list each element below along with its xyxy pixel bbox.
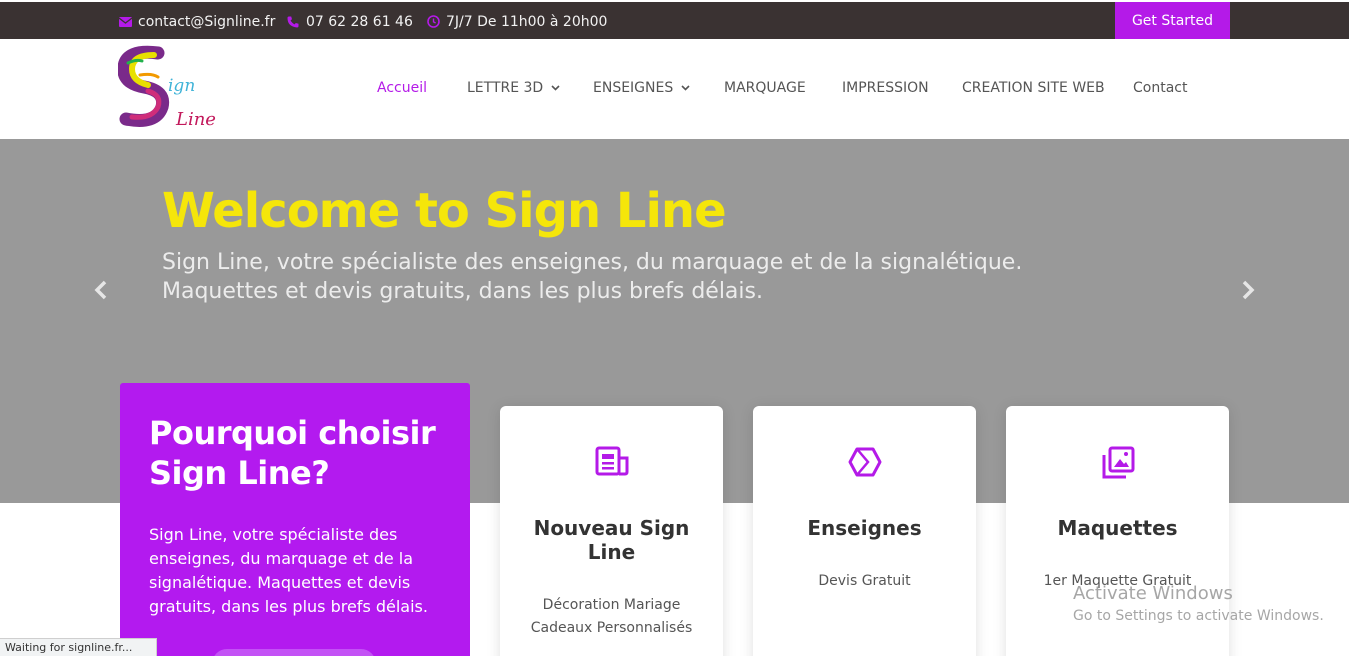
nav-item-enseignes[interactable]: ENSEIGNES <box>593 80 690 96</box>
images-icon <box>1006 446 1229 480</box>
browser-status-bar: Waiting for signline.fr... <box>0 638 157 656</box>
slider-next-arrow[interactable] <box>1239 278 1257 307</box>
hours-text: 7J/7 De 11h00 à 20h00 <box>446 13 608 30</box>
why-text: Sign Line, votre spécialiste des enseign… <box>149 525 428 616</box>
why-read-more-button[interactable] <box>212 649 376 656</box>
feature-card-enseignes[interactable]: Enseignes Devis Gratuit <box>753 406 976 656</box>
hero-subtitle-line: Sign Line, votre spécialiste des enseign… <box>162 250 1023 275</box>
feature-desc: Décoration Mariage <box>542 597 681 613</box>
nav-label: LETTRE 3D <box>467 80 544 96</box>
nav-item-contact[interactable]: Contact <box>1133 80 1187 96</box>
top-bar: contact@Signline.fr 07 62 28 61 46 7J/7 … <box>0 0 1349 39</box>
feature-card-nouveau[interactable]: Nouveau Sign Line Décoration Mariage Cad… <box>500 406 723 656</box>
feature-title: Nouveau Sign Line <box>533 516 690 564</box>
chevron-right-icon <box>1242 280 1255 300</box>
main-nav: Accueil LETTRE 3D ENSEIGNES MARQUAGE IMP… <box>0 39 1349 139</box>
feature-title: Enseignes <box>807 516 922 540</box>
cube-icon <box>753 446 976 478</box>
nav-item-impression[interactable]: IMPRESSION <box>842 80 929 96</box>
feature-card-maquettes[interactable]: Maquettes 1er Maquette Gratuit <box>1006 406 1229 656</box>
phone-text: 07 62 28 61 46 <box>306 13 413 30</box>
slider-prev-arrow[interactable] <box>92 278 110 307</box>
nav-label: ENSEIGNES <box>593 80 674 96</box>
email-contact[interactable]: contact@Signline.fr <box>119 2 275 41</box>
hero-title: Welcome to Sign Line <box>162 183 727 239</box>
get-started-button[interactable]: Get Started <box>1115 2 1230 39</box>
email-text: contact@Signline.fr <box>138 13 276 30</box>
feature-desc: Cadeaux Personnalisés <box>530 620 693 636</box>
feature-title: Maquettes <box>1057 516 1178 540</box>
site-header: ign Line Accueil LETTRE 3D ENSEIGNES MAR… <box>0 39 1349 139</box>
chevron-down-icon <box>681 85 690 91</box>
feature-desc: Devis Gratuit <box>818 573 911 589</box>
phone-icon <box>287 16 299 27</box>
nav-label: Accueil <box>377 80 427 96</box>
chevron-down-icon <box>551 85 560 91</box>
hero-subtitle: Sign Line, votre spécialiste des enseign… <box>162 248 1062 306</box>
nav-label: IMPRESSION <box>842 80 929 96</box>
envelope-icon <box>119 16 132 27</box>
nav-item-lettre-3d[interactable]: LETTRE 3D <box>467 80 560 96</box>
clock-icon <box>427 15 440 28</box>
why-choose-card: Pourquoi choisir Sign Line? Sign Line, v… <box>120 383 470 656</box>
nav-label: CREATION SITE WEB <box>962 80 1105 96</box>
nav-item-accueil[interactable]: Accueil <box>377 80 427 96</box>
hours-info: 7J/7 De 11h00 à 20h00 <box>427 2 607 41</box>
phone-contact[interactable]: 07 62 28 61 46 <box>287 2 413 41</box>
newspaper-icon <box>500 446 723 478</box>
hero-subtitle-line: Maquettes et devis gratuits, dans les pl… <box>162 279 763 304</box>
feature-desc: 1er Maquette Gratuit <box>1043 573 1192 589</box>
nav-label: Contact <box>1133 80 1188 96</box>
nav-item-marquage[interactable]: MARQUAGE <box>724 80 806 96</box>
chevron-left-icon <box>94 280 107 300</box>
nav-item-creation-site-web[interactable]: CREATION SITE WEB <box>962 80 1105 96</box>
why-title: Pourquoi choisir Sign Line? <box>149 414 436 492</box>
nav-label: MARQUAGE <box>724 80 806 96</box>
